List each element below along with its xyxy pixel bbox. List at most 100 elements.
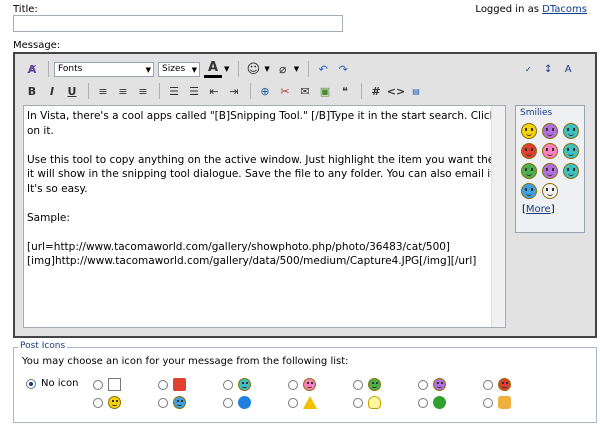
font-select[interactable]: Fonts ▼ xyxy=(54,61,154,77)
more-smilies: [More] xyxy=(516,202,584,217)
mad-icon[interactable] xyxy=(521,143,537,159)
unordered-list-icon[interactable]: ☰ xyxy=(185,82,203,100)
title-label: Title: xyxy=(13,4,38,15)
radio-button[interactable] xyxy=(26,378,36,389)
post-icon-option[interactable] xyxy=(483,378,511,391)
smilies-panel: Smilies [More] xyxy=(515,105,585,233)
toolbar-row-2: B I U ≡ ≡ ≡ ☰ ☰ ⇤ ⇥ ⊕ ✂ ✉ ▣ ❝ # <> ▤ xyxy=(23,81,427,101)
thumbs-up-icon xyxy=(498,396,511,409)
insert-image-icon[interactable]: ▣ xyxy=(316,82,334,100)
post-icon-option[interactable] xyxy=(158,396,186,409)
confused-icon[interactable] xyxy=(563,123,579,139)
textarea-scrollbar[interactable] xyxy=(491,106,505,327)
post-icon-option[interactable] xyxy=(483,396,511,409)
post-icons-legend: Post Icons xyxy=(18,341,68,351)
radio-button[interactable] xyxy=(418,397,428,408)
radio-button[interactable] xyxy=(353,379,363,390)
username-link[interactable]: DTacoms xyxy=(542,4,587,15)
post-icon-option[interactable] xyxy=(223,378,251,391)
smilies-grid xyxy=(516,120,584,202)
lightbulb-icon xyxy=(368,396,381,409)
spell-check-icon[interactable]: ✓ xyxy=(519,60,537,78)
more-smilies-link[interactable]: More xyxy=(526,204,551,215)
wrap-hash-button[interactable]: # xyxy=(367,82,385,100)
post-icon-option[interactable] xyxy=(288,396,317,409)
insert-quote-icon[interactable]: ❝ xyxy=(336,82,354,100)
toolbar-separator xyxy=(238,61,240,77)
no-icon-label: No icon xyxy=(41,378,79,389)
post-icon-option[interactable] xyxy=(418,378,446,391)
post-icon-option[interactable] xyxy=(353,396,381,409)
post-icon-option[interactable] xyxy=(93,378,121,391)
tongue-icon[interactable] xyxy=(542,143,558,159)
post-icon-option[interactable] xyxy=(93,396,121,409)
wrap-code-button[interactable]: <> xyxy=(387,82,405,100)
angry-purple-icon xyxy=(433,378,446,391)
message-editor: A̸ Fonts ▼ Sizes ▼ A ▼ ☺ ▼ ⌀ ▼ ↶ ↷ ✓ ↕ A B… xyxy=(13,52,597,338)
radio-button[interactable] xyxy=(223,379,233,390)
toolbar-separator xyxy=(250,83,251,99)
remove-link-icon[interactable]: ✂ xyxy=(276,82,294,100)
radio-button[interactable] xyxy=(223,397,233,408)
radio-button[interactable] xyxy=(93,397,103,408)
angry-purple-icon[interactable] xyxy=(542,123,558,139)
underline-button[interactable]: U xyxy=(63,82,81,100)
radio-button[interactable] xyxy=(288,397,298,408)
wink-icon[interactable] xyxy=(563,143,579,159)
align-right-icon[interactable]: ≡ xyxy=(134,82,152,100)
align-left-icon[interactable]: ≡ xyxy=(94,82,112,100)
align-center-icon[interactable]: ≡ xyxy=(114,82,132,100)
smiley-picker-icon[interactable]: ☺ xyxy=(244,60,262,78)
radio-button[interactable] xyxy=(483,397,493,408)
radio-button[interactable] xyxy=(483,379,493,390)
laugh-icon[interactable] xyxy=(542,163,558,179)
insert-link-icon[interactable]: ⊕ xyxy=(256,82,274,100)
eek-icon[interactable] xyxy=(542,183,558,199)
post-icon-option[interactable] xyxy=(288,378,316,391)
post-icon-option[interactable] xyxy=(158,378,186,391)
resize-font-icon[interactable]: A xyxy=(559,60,577,78)
radio-button[interactable] xyxy=(158,379,168,390)
message-textarea[interactable]: In Vista, there's a cool apps called "[B… xyxy=(23,105,506,328)
wrap-php-icon[interactable]: ▤ xyxy=(407,82,425,100)
insert-email-icon[interactable]: ✉ xyxy=(296,82,314,100)
indent-icon[interactable]: ⇥ xyxy=(225,82,243,100)
more-close-bracket: ] xyxy=(550,204,555,215)
italic-button[interactable]: I xyxy=(43,82,61,100)
font-color-button[interactable]: A xyxy=(204,60,222,78)
toolbar-row-1: A̸ Fonts ▼ Sizes ▼ A ▼ ☺ ▼ ⌀ ▼ ↶ ↷ ✓ ↕ A xyxy=(23,59,579,79)
radio-button[interactable] xyxy=(353,397,363,408)
size-select[interactable]: Sizes ▼ xyxy=(158,61,200,77)
smile-icon[interactable] xyxy=(521,123,537,139)
post-icon-option-none[interactable]: No icon xyxy=(26,378,79,389)
radio-button[interactable] xyxy=(158,397,168,408)
attachment-icon[interactable]: ⌀ xyxy=(274,60,292,78)
bold-button[interactable]: B xyxy=(23,82,41,100)
logged-in-prefix: Logged in as xyxy=(475,4,539,15)
title-input[interactable] xyxy=(13,15,343,32)
frown-icon[interactable] xyxy=(563,163,579,179)
radio-button[interactable] xyxy=(288,379,298,390)
logged-in-status: Logged in as DTacoms xyxy=(475,4,587,15)
radio-button[interactable] xyxy=(418,379,428,390)
post-icon-option[interactable] xyxy=(223,396,251,409)
cool-icon[interactable] xyxy=(521,183,537,199)
toolbar-separator xyxy=(361,83,362,99)
chevron-down-icon[interactable]: ▼ xyxy=(294,65,299,73)
outdent-icon[interactable]: ⇤ xyxy=(205,82,223,100)
question-icon xyxy=(238,396,251,409)
ordered-list-icon[interactable]: ☰ xyxy=(165,82,183,100)
warning-icon xyxy=(303,396,317,409)
post-icon-option[interactable] xyxy=(353,378,381,391)
post-icons-description: You may choose an icon for your message … xyxy=(22,356,349,367)
radio-button[interactable] xyxy=(93,379,103,390)
redo-icon[interactable]: ↷ xyxy=(334,60,352,78)
chevron-down-icon[interactable]: ▼ xyxy=(264,65,269,73)
grin-icon[interactable] xyxy=(521,163,537,179)
post-icon-option[interactable] xyxy=(418,396,446,409)
chevron-down-icon[interactable]: ▼ xyxy=(224,65,229,73)
mad-icon xyxy=(498,378,511,391)
text-direction-icon[interactable]: ↕ xyxy=(539,60,557,78)
undo-icon[interactable]: ↶ xyxy=(314,60,332,78)
remove-format-icon[interactable]: A̸ xyxy=(23,60,41,78)
